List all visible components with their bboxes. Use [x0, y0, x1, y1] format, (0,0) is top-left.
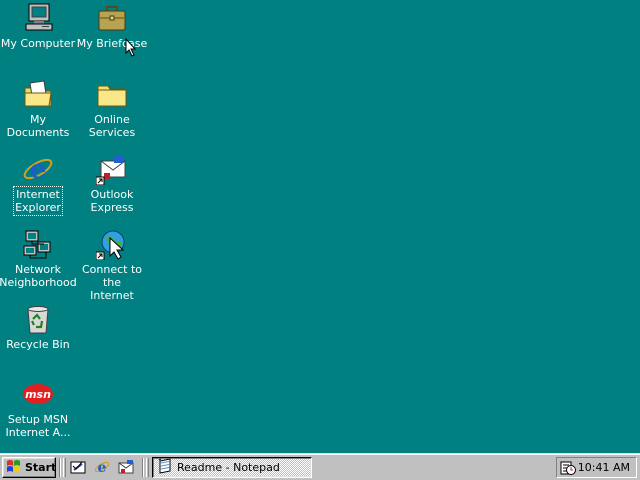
internet-explorer-icon: e: [94, 459, 110, 478]
msn-logo-text: msn: [25, 388, 51, 401]
show-desktop-icon: [70, 459, 86, 478]
desktop-icon-label: Outlook Express: [90, 188, 134, 214]
desktop-icon-label: Setup MSN Internet A...: [5, 413, 71, 439]
documents-folder-icon: [22, 78, 54, 110]
desktop-icon-my-briefcase[interactable]: My Briefcase: [74, 2, 150, 50]
desktop-icon-setup-msn[interactable]: msn Setup MSN Internet A...: [0, 378, 76, 439]
taskbar: Start e Readme - Notepad 10:41 AM: [0, 453, 640, 480]
desktop-icon-label: My Documents: [6, 113, 70, 139]
task-button-readme-notepad[interactable]: Readme - Notepad: [152, 457, 312, 478]
network-icon: [22, 228, 54, 260]
taskbar-separator: [59, 458, 61, 477]
computer-icon: [22, 2, 54, 34]
desktop-icon-label: Recycle Bin: [6, 338, 70, 351]
desktop-icon-internet-explorer[interactable]: e Internet Explorer: [0, 153, 76, 216]
quick-launch-grip[interactable]: [63, 458, 66, 477]
internet-explorer-icon: e: [22, 153, 54, 185]
desktop-icon-online-services[interactable]: Online Services: [74, 78, 150, 139]
quick-launch-outlook-express[interactable]: [117, 459, 135, 477]
briefcase-icon: [96, 2, 128, 34]
tasks-grip[interactable]: [146, 458, 149, 477]
folder-icon: [96, 78, 128, 110]
desktop-icon-my-documents[interactable]: My Documents: [0, 78, 76, 139]
msn-icon: msn: [22, 378, 54, 410]
start-button[interactable]: Start: [2, 457, 56, 478]
desktop-icon-label: Internet Explorer: [13, 186, 63, 216]
desktop-icon-connect-to-internet[interactable]: Connect to the Internet: [74, 228, 150, 302]
desktop-icon-label: Network Neighborhood: [0, 263, 77, 289]
clock[interactable]: 10:41 AM: [578, 461, 630, 474]
notepad-icon: [157, 458, 173, 477]
desktop-icon-recycle-bin[interactable]: Recycle Bin: [0, 303, 76, 351]
windows-logo-icon: [6, 459, 22, 476]
taskbar-separator: [142, 458, 144, 477]
desktop-icon-network-neighborhood[interactable]: Network Neighborhood: [0, 228, 77, 289]
recycle-bin-icon: [22, 303, 54, 335]
svg-text:e: e: [30, 155, 47, 185]
connect-wizard-icon: [95, 228, 128, 261]
system-tray: 10:41 AM: [556, 457, 637, 478]
desktop-icon-label: Connect to the Internet: [81, 263, 143, 302]
quick-launch-internet-explorer[interactable]: e: [93, 459, 111, 477]
task-button-label: Readme - Notepad: [177, 461, 280, 474]
desktop-icon-outlook-express[interactable]: Outlook Express: [74, 153, 150, 214]
desktop-icon-my-computer[interactable]: My Computer: [0, 2, 76, 50]
quick-launch-show-desktop[interactable]: [69, 459, 87, 477]
desktop-icon-label: Online Services: [88, 113, 136, 139]
outlook-express-icon: [118, 459, 134, 478]
outlook-express-icon: [95, 153, 128, 186]
desktop-icon-label: My Computer: [0, 37, 76, 50]
svg-text:e: e: [98, 460, 107, 475]
mouse-pointer-icon: [125, 37, 137, 60]
desktop[interactable]: My Computer My Briefcase My Documents On…: [0, 0, 640, 453]
task-scheduler-icon[interactable]: [560, 460, 576, 479]
start-label: Start: [25, 461, 57, 474]
